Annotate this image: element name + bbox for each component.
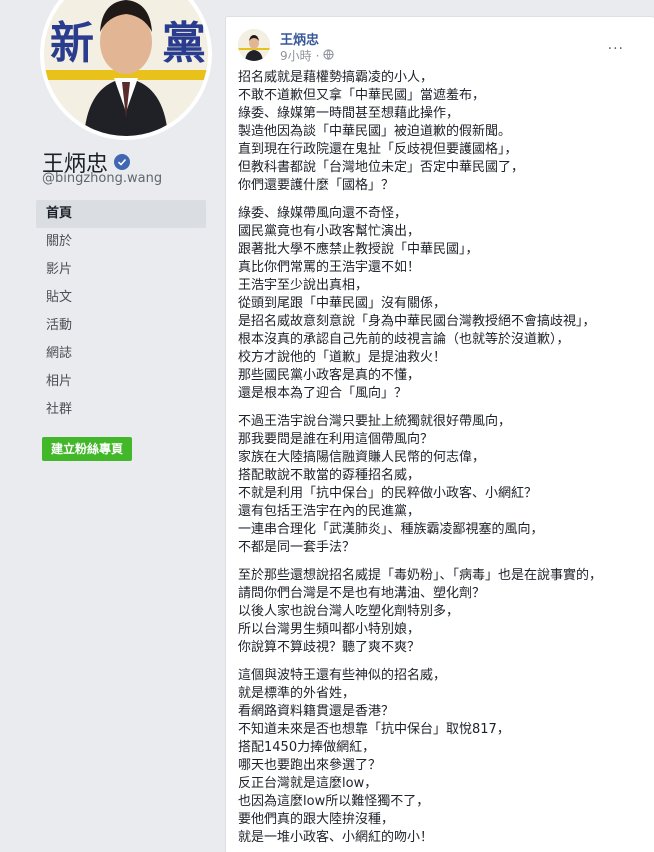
post-line: 不敢不道歉但又拿「中華民國」當遮羞布， <box>238 88 486 103</box>
post-line: 王浩宇至少說出真相， <box>238 278 369 293</box>
more-options-icon[interactable]: ··· <box>608 41 624 57</box>
post-line: 從頭到尾跟「中華民國」沒有關係， <box>238 296 447 311</box>
svg-text:新: 新 <box>50 18 94 69</box>
post-paragraph: 不過王浩宇說台灣只要扯上統獨就很好帶風向， 那我要問是誰在利用這個帶風向？ 家族在大… <box>238 413 643 557</box>
post-paragraph: 綠委、綠媒帶風向還不奇怪， 國民黨竟也有小政客幫忙演出， 跟著批大學不應禁止教授說「… <box>238 205 643 403</box>
nav-item-about[interactable]: 關於 <box>36 228 206 256</box>
post-line: 國民黨竟也有小政客幫忙演出， <box>238 224 421 239</box>
post-line: 也因為這麼low所以難怪獨不了， <box>238 794 430 809</box>
post-timestamp[interactable]: 9小時 <box>280 47 312 64</box>
post-paragraph: 這個與波特王還有些神似的招名威， 就是標準的外省姓， 看網路資料籍貫還是香港？ 不知道… <box>238 667 643 847</box>
post-header: 王炳忠 9小時 · ··· <box>238 29 638 69</box>
post-line: 家族在大陸搞陽信融資賺人民幣的何志偉， <box>238 450 486 465</box>
nav-item-videos[interactable]: 影片 <box>36 256 206 284</box>
avatar-illustration <box>238 29 270 61</box>
post-line: 招名威就是藉權勢搞霸凌的小人， <box>238 70 434 85</box>
post-line: 你們還要護什麼「國格」？ <box>238 178 395 193</box>
post-line: 還有包括王浩宇在內的民進黨， <box>238 504 421 519</box>
post-paragraph: 招名威就是藉權勢搞霸凌的小人， 不敢不道歉但又拿「中華民國」當遮羞布， 綠委、綠媒第… <box>238 69 643 195</box>
verified-badge-icon <box>114 154 131 170</box>
post-line: 不都是同一套手法？ <box>238 540 356 555</box>
post-line: 不過王浩宇說台灣只要扯上統獨就很好帶風向， <box>238 414 512 429</box>
nav-item-posts[interactable]: 貼文 <box>36 284 206 312</box>
svg-text:黨: 黨 <box>162 18 206 69</box>
post-line: 看網路資料籍貫還是香港？ <box>238 704 395 719</box>
nav-item-events[interactable]: 活動 <box>36 312 206 340</box>
post-text: 招名威就是藉權勢搞霸凌的小人， 不敢不道歉但又拿「中華民國」當遮羞布， 綠委、綠媒第… <box>238 69 643 852</box>
post-meta: 9小時 · <box>280 47 335 64</box>
post-line: 直到現在行政院還在鬼扯「反歧視但要護國格」， <box>238 142 518 157</box>
post-line: 請問你們台灣是不是也有地溝油、塑化劑？ <box>238 586 486 601</box>
post-line: 搭配敢說不敢當的孬種招名威， <box>238 468 421 483</box>
profile-picture-frame[interactable]: 新 黨 <box>40 0 212 140</box>
post-line: 要他們真的跟大陸拚沒種， <box>238 812 395 827</box>
post-line: 跟著批大學不應禁止教授說「中華民國」， <box>238 242 479 257</box>
post-line: 反正台灣就是這麼low， <box>238 776 378 791</box>
globe-icon[interactable] <box>323 48 335 63</box>
meta-separator: · <box>315 48 320 63</box>
post-line: 那些國民黨小政客是真的不懂， <box>238 368 421 383</box>
nav-item-home[interactable]: 首頁 <box>36 200 206 228</box>
create-page-button[interactable]: 建立粉絲專頁 <box>42 437 133 461</box>
post-line: 但教科書都說「台灣地位未定」否定中華民國了， <box>238 160 525 175</box>
post-line: 就是標準的外省姓， <box>238 686 356 701</box>
nav-item-photos[interactable]: 相片 <box>36 368 206 396</box>
nav-item-notes[interactable]: 網誌 <box>36 340 206 368</box>
post-line: 不就是利用「抗中保台」的民粹做小政客、小網紅？ <box>238 486 538 501</box>
post-line: 你說算不算歧視？聽了爽不爽？ <box>238 640 421 655</box>
post-line: 真比你們常罵的王浩宇還不如！ <box>238 260 421 275</box>
post-paragraph: 至於那些還想說招名威提「毒奶粉」、「病毒」也是在說事實的， 請問你們台灣是不是也有… <box>238 567 643 657</box>
post-line: 以後人家也說台灣人吃塑化劑特別多， <box>238 604 460 619</box>
profile-photo-illustration: 新 黨 <box>44 0 208 136</box>
post-line: 校方才說他的「道歉」是提油救火！ <box>238 350 447 365</box>
post-card: 王炳忠 9小時 · ··· 招名威就是藉權勢搞霸凌的小人， 不敢不道歉但又拿「中華… <box>225 16 654 852</box>
profile-picture[interactable]: 新 黨 <box>44 0 208 136</box>
post-line: 搭配1450力捧做網紅， <box>238 740 376 755</box>
post-line: 是招名威故意刻意說「身為中華民國台灣教授絕不會搞歧視」， <box>238 314 596 329</box>
post-author-name[interactable]: 王炳忠 <box>280 29 319 48</box>
post-line: 不知道未來是否也想靠「抗中保台」取悅817， <box>238 722 510 737</box>
post-line: 綠委、綠媒第一時間甚至想藉此操作， <box>238 106 460 121</box>
nav-item-community[interactable]: 社群 <box>36 396 206 424</box>
post-line: 就是一堆小政客、小網紅的吻小！ <box>238 830 434 845</box>
post-line: 還是根本為了迎合「風向」？ <box>238 386 408 401</box>
post-author-avatar[interactable] <box>238 29 270 61</box>
post-line: 一連串合理化「武漢肺炎」、種族霸凌鄙視塞的風向， <box>238 522 544 537</box>
post-line: 所以台灣男生頻叫都小特別娘， <box>238 622 421 637</box>
page-nav: 首頁 關於 影片 貼文 活動 網誌 相片 社群 <box>36 200 206 424</box>
post-line: 綠委、綠媒帶風向還不奇怪， <box>238 206 408 221</box>
post-line: 那我要問是誰在利用這個帶風向？ <box>238 432 434 447</box>
post-line: 根本沒真的承認自己先前的歧視言論（也就等於沒道歉）， <box>238 332 570 347</box>
post-line: 哪天也要跑出來參選了？ <box>238 758 382 773</box>
left-sidebar: 新 黨 王炳忠 @bingzhong.wang 首頁 關於 影片 貼文 活動 網… <box>0 0 218 852</box>
page-handle[interactable]: @bingzhong.wang <box>42 171 162 186</box>
post-line: 這個與波特王還有些神似的招名威， <box>238 668 447 683</box>
post-line: 製造他因為談「中華民國」被迫道歉的假新聞。 <box>238 124 512 139</box>
post-line: 至於那些還想說招名威提「毒奶粉」、「病毒」也是在說事實的， <box>238 568 603 583</box>
